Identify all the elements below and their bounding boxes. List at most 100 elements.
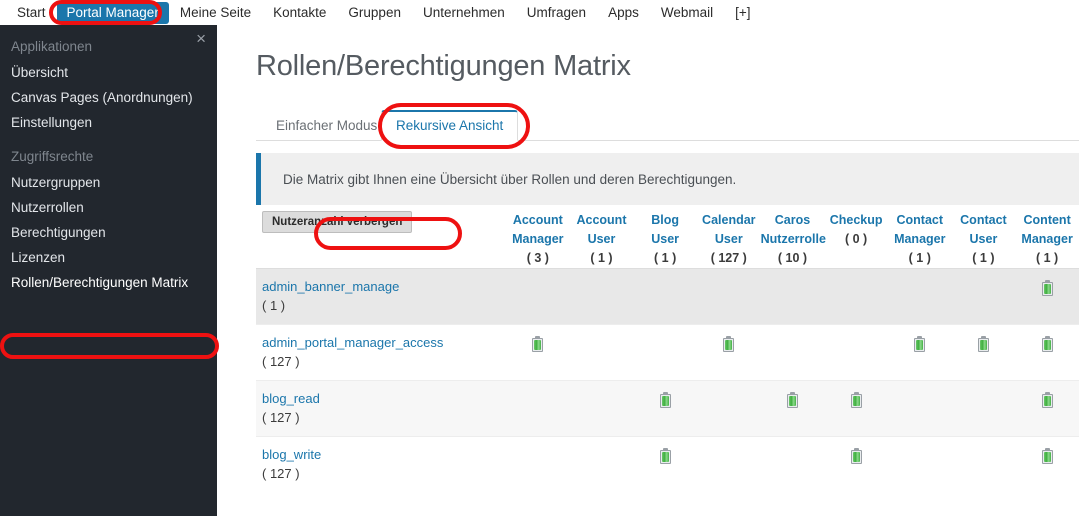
role-name-line2: Manager	[512, 232, 564, 246]
sidebar-group-applikationen: Applikationen	[11, 39, 93, 54]
matrix-table-row: blog_read ( 127 )	[256, 380, 1079, 437]
role-user-count: ( 3 )	[526, 251, 549, 265]
grant-cell[interactable]	[506, 381, 570, 437]
grant-cell[interactable]	[761, 437, 825, 493]
grant-cell[interactable]	[697, 269, 761, 325]
grant-cell[interactable]	[633, 269, 697, 325]
matrix-header-role-account-manager[interactable]: Account Manager ( 3 )	[506, 211, 570, 269]
page-title: Rollen/Berechtigungen Matrix	[256, 50, 631, 82]
toggle-usercount-button[interactable]: Nutzeranzahl verbergen	[262, 211, 413, 233]
topnav-item-umfragen[interactable]: Umfragen	[516, 2, 597, 24]
sidebar-item-berechtigungen[interactable]: Berechtigungen	[0, 220, 217, 245]
tab-einfacher-modus[interactable]: Einfacher Modus	[264, 111, 389, 140]
matrix-header-role-caros-nutzerrolle[interactable]: Caros Nutzerrolle ( 10 )	[761, 211, 826, 269]
topnav-item-portal-manager[interactable]: Portal Manager	[56, 1, 169, 24]
matrix-header-role-account-user[interactable]: Account User ( 1 )	[570, 211, 634, 269]
grant-cell[interactable]	[1015, 381, 1079, 437]
sidebar-item-rollen-berechtigungen-matrix[interactable]: Rollen/Berechtigungen Matrix	[0, 270, 217, 295]
grant-cell[interactable]	[633, 437, 697, 493]
grant-cell[interactable]	[697, 381, 761, 437]
grant-cell[interactable]	[570, 381, 634, 437]
grant-cell[interactable]	[570, 325, 634, 381]
battery-full-icon[interactable]	[1041, 448, 1053, 464]
topnav-item-apps[interactable]: Apps	[597, 2, 650, 24]
grant-cell[interactable]	[633, 325, 697, 381]
tab-rekursive-ansicht[interactable]: Rekursive Ansicht	[381, 110, 519, 141]
permission-link[interactable]: blog_write	[262, 446, 504, 464]
matrix-header-role-contact-user[interactable]: Contact User ( 1 )	[952, 211, 1016, 269]
role-name-line1: Account	[512, 213, 563, 227]
topnav-item-kontakte[interactable]: Kontakte	[262, 2, 337, 24]
sidebar-item-einstellungen[interactable]: Einstellungen	[0, 110, 217, 135]
grant-cell[interactable]	[697, 325, 761, 381]
matrix-header-role-checkup[interactable]: Checkup ( 0 )	[824, 211, 888, 269]
matrix-header-role-contact-manager[interactable]: Contact Manager ( 1 )	[888, 211, 952, 269]
grant-cell[interactable]	[952, 269, 1016, 325]
battery-full-icon[interactable]	[786, 392, 798, 408]
sidebar-item-uebersicht[interactable]: Übersicht	[0, 60, 217, 85]
sidebar-item-nutzergruppen[interactable]: Nutzergruppen	[0, 170, 217, 195]
topnav-item-meine-seite[interactable]: Meine Seite	[169, 2, 262, 24]
top-navigation-bar: Start Portal Manager Meine Seite Kontakte Gr…	[0, 0, 1079, 25]
permission-link[interactable]: admin_banner_manage	[262, 278, 504, 296]
battery-full-icon[interactable]	[659, 392, 671, 408]
grant-cell[interactable]	[824, 325, 888, 381]
grant-cell[interactable]	[633, 381, 697, 437]
grant-cell[interactable]	[506, 325, 570, 381]
matrix-header-role-blog-user[interactable]: Blog User ( 1 )	[633, 211, 697, 269]
grant-cell[interactable]	[952, 437, 1016, 493]
app-window: Start Portal Manager Meine Seite Kontakte Gr…	[0, 0, 1079, 516]
battery-full-icon[interactable]	[850, 448, 862, 464]
grant-cell[interactable]	[888, 269, 952, 325]
role-user-count: ( 1 )	[654, 251, 677, 265]
permission-link[interactable]: blog_read	[262, 390, 504, 408]
topnav-item-webmail[interactable]: Webmail	[650, 2, 724, 24]
grant-cell[interactable]	[1015, 269, 1079, 325]
grant-cell[interactable]	[1015, 325, 1079, 381]
battery-full-icon[interactable]	[1041, 280, 1053, 296]
grant-cell[interactable]	[824, 381, 888, 437]
grant-cell[interactable]	[570, 269, 634, 325]
grant-cell[interactable]	[761, 325, 825, 381]
permission-cell: blog_write ( 127 )	[256, 437, 506, 493]
grant-cell[interactable]	[952, 381, 1016, 437]
matrix-header-role-content-manager[interactable]: Content Manager ( 1 )	[1015, 211, 1079, 269]
grant-cell[interactable]	[506, 269, 570, 325]
portal-manager-sidebar: × Applikationen Übersicht Canvas Pages (An…	[0, 25, 217, 516]
grant-cell[interactable]	[952, 325, 1016, 381]
grant-cell[interactable]	[888, 325, 952, 381]
topnav-item-gruppen[interactable]: Gruppen	[337, 2, 412, 24]
grant-cell[interactable]	[506, 437, 570, 493]
grant-cell[interactable]	[888, 437, 952, 493]
grant-cell[interactable]	[761, 381, 825, 437]
role-name-line2: Manager	[1021, 232, 1073, 246]
permission-link[interactable]: admin_portal_manager_access	[262, 334, 504, 352]
grant-cell[interactable]	[570, 437, 634, 493]
close-icon[interactable]: ×	[196, 30, 206, 47]
grant-cell[interactable]	[1015, 437, 1079, 493]
role-user-count: ( 10 )	[777, 251, 808, 265]
grant-cell[interactable]	[761, 269, 825, 325]
battery-full-icon[interactable]	[659, 448, 671, 464]
grant-cell[interactable]	[824, 269, 888, 325]
battery-full-icon[interactable]	[532, 336, 544, 352]
sidebar-item-nutzerrollen[interactable]: Nutzerrollen	[0, 195, 217, 220]
battery-full-icon[interactable]	[914, 336, 926, 352]
battery-full-icon[interactable]	[850, 392, 862, 408]
topnav-item-unternehmen[interactable]: Unternehmen	[412, 2, 516, 24]
role-name-line2: User	[969, 232, 998, 246]
battery-full-icon[interactable]	[1041, 392, 1053, 408]
matrix-header-role-calendar-user[interactable]: Calendar User ( 127 )	[697, 211, 761, 269]
grant-cell[interactable]	[888, 381, 952, 437]
sidebar-item-lizenzen[interactable]: Lizenzen	[0, 245, 217, 270]
role-user-count: ( 127 )	[710, 251, 747, 265]
topnav-item-[interactable]: [+]	[724, 2, 761, 24]
sidebar-item-canvas-pages-anordnungen[interactable]: Canvas Pages (Anordnungen)	[0, 85, 217, 110]
topnav-item-start[interactable]: Start	[6, 2, 57, 24]
battery-full-icon[interactable]	[723, 336, 735, 352]
battery-full-icon[interactable]	[1041, 336, 1053, 352]
role-name-line2: User	[651, 232, 680, 246]
grant-cell[interactable]	[824, 437, 888, 493]
battery-full-icon[interactable]	[977, 336, 989, 352]
grant-cell[interactable]	[697, 437, 761, 493]
